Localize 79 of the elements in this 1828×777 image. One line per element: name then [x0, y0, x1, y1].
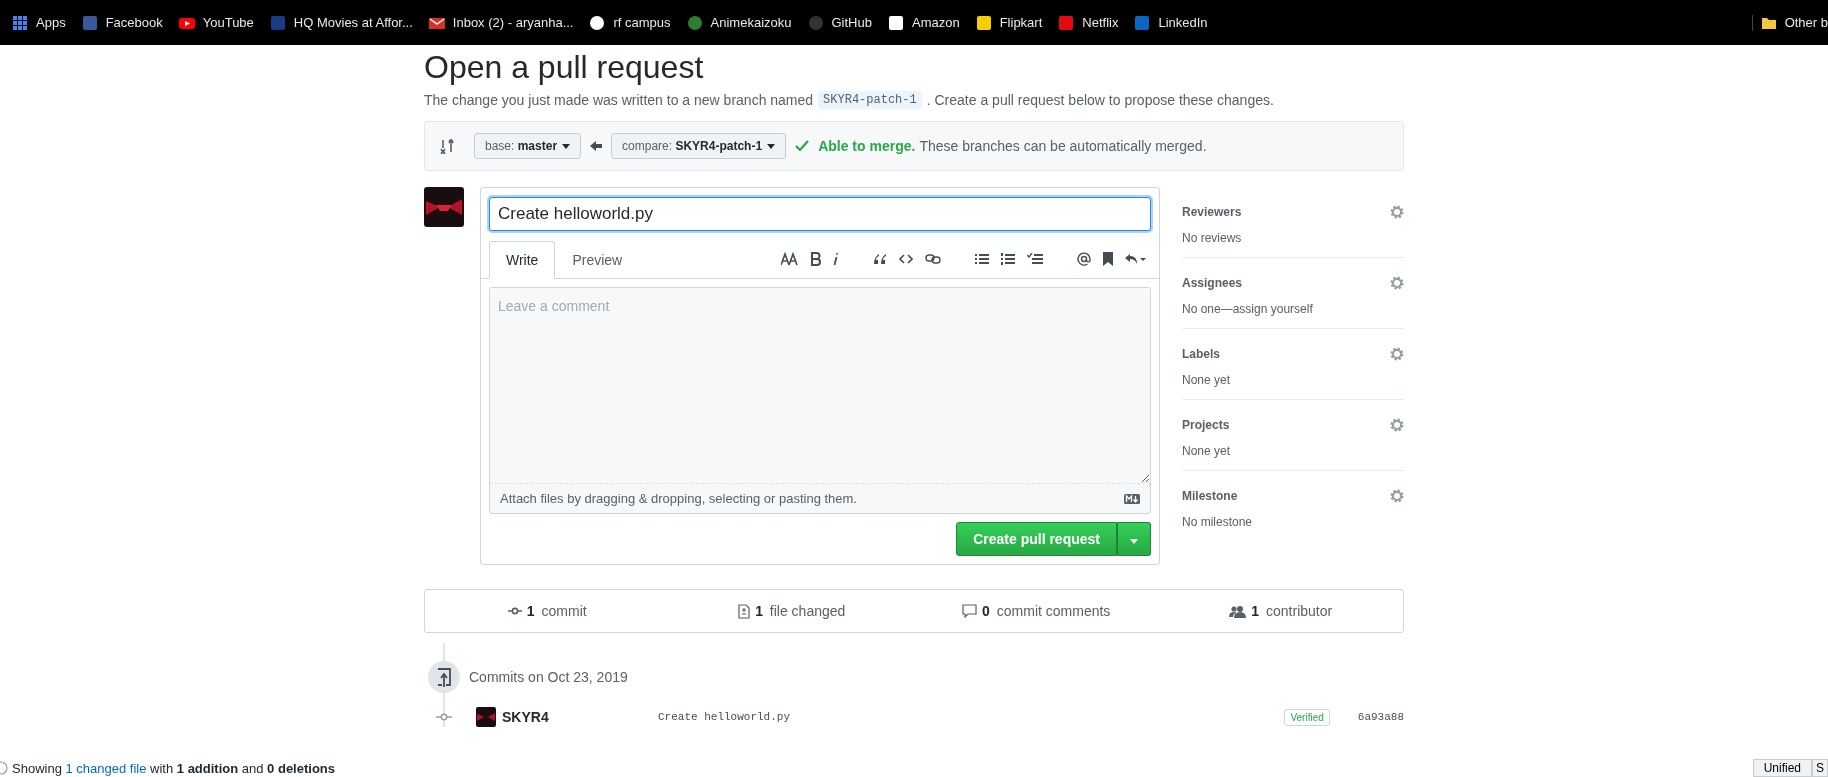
left-arrow-icon: [590, 140, 603, 152]
base-branch-select[interactable]: base: master: [474, 133, 582, 159]
bookmark-link[interactable]: Netflix: [1050, 14, 1127, 31]
bullet-list-icon[interactable]: [975, 253, 989, 265]
comment-field[interactable]: Leave a comment Attach files by dragging & dropping, selecting or pasting them.: [489, 287, 1151, 514]
merge-status: Able to merge.: [818, 138, 916, 154]
stat-link[interactable]: 1 file changed: [669, 603, 914, 619]
link-icon[interactable]: [925, 254, 941, 264]
changed-file-link[interactable]: 1 changed file: [65, 760, 147, 776]
bold-icon[interactable]: [811, 252, 821, 266]
settings-icon[interactable]: [1390, 205, 1404, 219]
bookmark-link[interactable]: LinkedIn: [1126, 14, 1216, 31]
bookmark-link[interactable]: Facebook: [73, 14, 171, 31]
bookmark-link[interactable]: Other b: [1751, 14, 1828, 31]
sidebar-value: None yet: [1182, 444, 1232, 458]
italic-icon[interactable]: [833, 252, 839, 266]
bookmark-icon[interactable]: [1103, 252, 1113, 266]
bookmark-link[interactable]: YouTube: [170, 14, 262, 31]
sidebar-value: None yet: [1182, 373, 1232, 387]
quote-icon[interactable]: [873, 253, 887, 265]
author-link[interactable]: SKYR4: [502, 709, 652, 725]
sidebar-heading: Projects: [1182, 418, 1230, 432]
intro-text: . Create a pull request below to propose these changes.: [926, 92, 1274, 108]
attach-hint: Attach files by dragging & dropping, selecting or pasting them.: [500, 491, 857, 506]
sidebar-value: No milestone: [1182, 515, 1254, 529]
intro-text: The change you just made was written to a new branch named: [424, 92, 814, 108]
text-size-icon[interactable]: [781, 252, 799, 266]
bookmark-link[interactable]: HQ Movies at Affor...: [261, 14, 421, 31]
settings-icon[interactable]: [1390, 347, 1404, 361]
bookmark-link[interactable]: Inbox (2) - aryanha...: [420, 14, 582, 31]
bookmark-link[interactable]: Flipkart: [967, 14, 1051, 31]
bookmark-link[interactable]: Animekaizoku: [678, 14, 800, 31]
file-diff-icon: [738, 603, 751, 619]
sidebar-heading: Assignees: [1182, 276, 1243, 290]
commit-sha-link[interactable]: 6a93a88: [1357, 711, 1404, 723]
sidebar-value: No reviews: [1182, 231, 1243, 245]
merge-note: These branches can be automatically merged.: [919, 138, 1207, 154]
settings-icon[interactable]: [1390, 489, 1404, 503]
caret-icon: [767, 143, 776, 149]
caret-icon: [1130, 539, 1138, 544]
editor-tab[interactable]: Write: [489, 241, 556, 279]
sidebar-heading: Milestone: [1182, 489, 1238, 503]
commit-icon: [507, 607, 522, 615]
sidebar-heading: Reviewers: [1182, 205, 1242, 219]
editor-tab[interactable]: Preview: [555, 241, 640, 279]
branch-name: SKYR4-patch-1: [818, 91, 922, 109]
numbered-list-icon[interactable]: [1001, 253, 1015, 265]
compare-icon: [439, 138, 455, 154]
reply-icon[interactable]: [1125, 253, 1147, 265]
bookmark-link[interactable]: Apps: [4, 14, 74, 31]
bookmark-link[interactable]: GitHub: [799, 14, 880, 31]
commits-date: Commits on Oct 23, 2019: [469, 669, 628, 685]
markdown-icon: [1124, 493, 1140, 504]
people-icon: [1229, 604, 1247, 618]
settings-icon[interactable]: [1390, 276, 1404, 290]
stat-link[interactable]: 0 commit comments: [914, 603, 1159, 619]
comment-icon: [962, 604, 978, 618]
dropdown-button[interactable]: [1117, 522, 1151, 556]
view-toggle-button[interactable]: Unified: [1752, 759, 1812, 777]
commit-icon: [436, 713, 452, 721]
stat-link[interactable]: 1 commit: [425, 603, 670, 619]
compare-branch-select[interactable]: compare: SKYR4-patch-1: [611, 133, 787, 159]
avatar: [424, 187, 464, 227]
check-icon: [795, 140, 810, 152]
settings-icon[interactable]: [1390, 418, 1404, 432]
task-list-icon[interactable]: [1027, 253, 1043, 265]
bookmark-link[interactable]: rf campus: [581, 14, 679, 31]
sidebar-heading: Labels: [1182, 347, 1220, 361]
commit-message-link[interactable]: Create helloworld.py: [658, 711, 791, 723]
code-icon[interactable]: [899, 254, 913, 264]
diff-summary: Showing 1 changed file with 1 addition and 0 deletions: [12, 760, 336, 776]
mention-icon[interactable]: [1077, 252, 1091, 266]
caret-icon: [562, 143, 571, 149]
title-field[interactable]: Create helloworld.py: [489, 197, 1151, 231]
avatar: [476, 707, 496, 727]
bookmark-link[interactable]: Amazon: [879, 14, 968, 31]
stat-link[interactable]: 1 contributor: [1158, 603, 1403, 619]
page-title: Open a pull request: [424, 48, 705, 87]
sidebar-value: No one—assign yourself: [1182, 302, 1314, 316]
